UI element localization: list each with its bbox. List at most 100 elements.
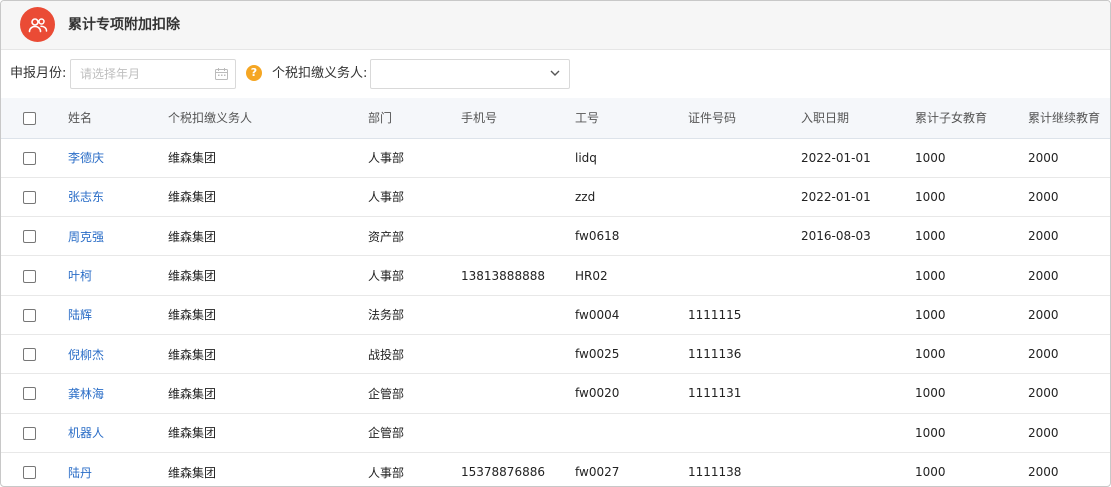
row-name-link[interactable]: 龚林海 bbox=[68, 373, 168, 414]
row-child-edu: 1000 bbox=[915, 413, 1028, 453]
row-checkbox[interactable] bbox=[23, 190, 36, 204]
col-child-edu[interactable]: 累计子女教育 bbox=[915, 98, 1028, 139]
row-name-link[interactable]: 周克强 bbox=[68, 216, 168, 257]
row-dept: 人事部 bbox=[368, 177, 461, 218]
row-id-no bbox=[688, 216, 801, 257]
row-agent: 维森集团 bbox=[168, 295, 368, 335]
row-id-no bbox=[688, 177, 801, 218]
help-icon[interactable]: ? bbox=[246, 65, 262, 81]
row-checkbox-cell[interactable] bbox=[1, 177, 68, 218]
col-job-no[interactable]: 工号 bbox=[575, 98, 688, 139]
row-checkbox[interactable] bbox=[23, 348, 36, 362]
row-checkbox-cell[interactable] bbox=[1, 413, 68, 453]
row-cont-edu: 2000 bbox=[1028, 452, 1110, 486]
row-agent: 维森集团 bbox=[168, 373, 368, 414]
row-checkbox[interactable] bbox=[23, 230, 36, 244]
row-dept: 企管部 bbox=[368, 373, 461, 414]
row-cont-edu: 2000 bbox=[1028, 216, 1110, 257]
row-child-edu: 1000 bbox=[915, 295, 1028, 335]
col-name[interactable]: 姓名 bbox=[68, 98, 168, 139]
row-checkbox-cell[interactable] bbox=[1, 373, 68, 414]
row-dept: 人事部 bbox=[368, 138, 461, 178]
month-picker[interactable] bbox=[70, 59, 236, 89]
row-hire-date bbox=[801, 373, 915, 414]
row-cont-edu: 2000 bbox=[1028, 373, 1110, 414]
row-cont-edu: 2000 bbox=[1028, 295, 1110, 335]
table-row[interactable]: 陆辉 维森集团 法务部 fw0004 1111115 1000 2000 bbox=[1, 295, 1110, 335]
row-child-edu: 1000 bbox=[915, 452, 1028, 486]
col-cont-edu[interactable]: 累计继续教育 bbox=[1028, 98, 1110, 139]
row-name-link[interactable]: 倪柳杰 bbox=[68, 334, 168, 375]
row-dept: 战投部 bbox=[368, 334, 461, 375]
table-header-row: 姓名 个税扣缴义务人 部门 手机号 工号 证件号码 入职日期 累计子女教育 累计… bbox=[1, 98, 1110, 139]
row-name-link[interactable]: 张志东 bbox=[68, 177, 168, 218]
row-cont-edu: 2000 bbox=[1028, 255, 1110, 296]
row-dept: 人事部 bbox=[368, 452, 461, 486]
table-row[interactable]: 周克强 维森集团 资产部 fw0618 2016-08-03 1000 2000 bbox=[1, 216, 1110, 257]
calendar-icon[interactable] bbox=[215, 68, 228, 80]
row-cont-edu: 2000 bbox=[1028, 177, 1110, 218]
col-phone[interactable]: 手机号 bbox=[461, 98, 575, 139]
row-agent: 维森集团 bbox=[168, 452, 368, 486]
row-hire-date bbox=[801, 334, 915, 375]
agent-select[interactable] bbox=[370, 59, 570, 89]
deduction-table: 姓名 个税扣缴义务人 部门 手机号 工号 证件号码 入职日期 累计子女教育 累计… bbox=[1, 98, 1110, 486]
row-hire-date bbox=[801, 413, 915, 453]
row-name-link[interactable]: 陆丹 bbox=[68, 452, 168, 486]
table-row[interactable]: 张志东 维森集团 人事部 zzd 2022-01-01 1000 2000 bbox=[1, 177, 1110, 218]
filter-bar: 申报月份: ? 个税扣缴义务人: bbox=[1, 50, 1110, 98]
row-checkbox[interactable] bbox=[23, 466, 36, 480]
row-id-no: 1111136 bbox=[688, 334, 801, 375]
row-checkbox-cell[interactable] bbox=[1, 255, 68, 296]
row-id-no: 1111138 bbox=[688, 452, 801, 486]
table-row[interactable]: 机器人 维森集团 企管部 1000 2000 bbox=[1, 413, 1110, 453]
row-checkbox-cell[interactable] bbox=[1, 295, 68, 335]
row-checkbox-cell[interactable] bbox=[1, 334, 68, 375]
row-child-edu: 1000 bbox=[915, 138, 1028, 178]
row-checkbox[interactable] bbox=[23, 426, 36, 440]
row-job-no: zzd bbox=[575, 177, 688, 218]
row-name-link[interactable]: 李德庆 bbox=[68, 138, 168, 178]
row-hire-date: 2016-08-03 bbox=[801, 216, 915, 257]
select-all-cell[interactable] bbox=[1, 98, 68, 139]
table-row[interactable]: 龚林海 维森集团 企管部 fw0020 1111131 1000 2000 bbox=[1, 373, 1110, 414]
row-checkbox-cell[interactable] bbox=[1, 452, 68, 486]
row-checkbox[interactable] bbox=[23, 151, 36, 165]
row-agent: 维森集团 bbox=[168, 255, 368, 296]
row-checkbox[interactable] bbox=[23, 308, 36, 322]
app-window: 累计专项附加扣除 申报月份: ? 个税扣缴义务人: bbox=[0, 0, 1111, 487]
row-dept: 资产部 bbox=[368, 216, 461, 257]
col-dept[interactable]: 部门 bbox=[368, 98, 461, 139]
row-job-no: fw0004 bbox=[575, 295, 688, 335]
row-name-link[interactable]: 叶柯 bbox=[68, 255, 168, 296]
row-job-no: fw0027 bbox=[575, 452, 688, 486]
table-row[interactable]: 陆丹 维森集团 人事部 15378876886 fw0027 1111138 1000 200… bbox=[1, 452, 1110, 486]
row-id-no bbox=[688, 255, 801, 296]
agent-label: 个税扣缴义务人: bbox=[272, 66, 368, 81]
row-id-no bbox=[688, 138, 801, 178]
row-job-no: fw0618 bbox=[575, 216, 688, 257]
month-input[interactable] bbox=[71, 60, 211, 88]
select-all-checkbox[interactable] bbox=[23, 111, 36, 125]
row-child-edu: 1000 bbox=[915, 334, 1028, 375]
row-hire-date bbox=[801, 452, 915, 486]
col-id-no[interactable]: 证件号码 bbox=[688, 98, 801, 139]
row-hire-date bbox=[801, 295, 915, 335]
row-checkbox[interactable] bbox=[23, 387, 36, 401]
row-checkbox[interactable] bbox=[23, 269, 36, 283]
table-row[interactable]: 叶柯 维森集团 人事部 13813888888 HR02 1000 2000 bbox=[1, 255, 1110, 296]
page-title: 累计专项附加扣除 bbox=[68, 17, 180, 33]
col-agent[interactable]: 个税扣缴义务人 bbox=[168, 98, 368, 139]
row-checkbox-cell[interactable] bbox=[1, 216, 68, 257]
row-name-link[interactable]: 陆辉 bbox=[68, 295, 168, 335]
col-hire-date[interactable]: 入职日期 bbox=[801, 98, 915, 139]
row-phone: 13813888888 bbox=[461, 255, 575, 296]
table-row[interactable]: 李德庆 维森集团 人事部 lidq 2022-01-01 1000 2000 bbox=[1, 138, 1110, 178]
table-row[interactable]: 倪柳杰 维森集团 战投部 fw0025 1111136 1000 2000 bbox=[1, 334, 1110, 375]
row-phone bbox=[461, 373, 575, 414]
row-cont-edu: 2000 bbox=[1028, 334, 1110, 375]
row-checkbox-cell[interactable] bbox=[1, 138, 68, 178]
row-name-link[interactable]: 机器人 bbox=[68, 413, 168, 453]
row-job-no: lidq bbox=[575, 138, 688, 178]
row-child-edu: 1000 bbox=[915, 177, 1028, 218]
